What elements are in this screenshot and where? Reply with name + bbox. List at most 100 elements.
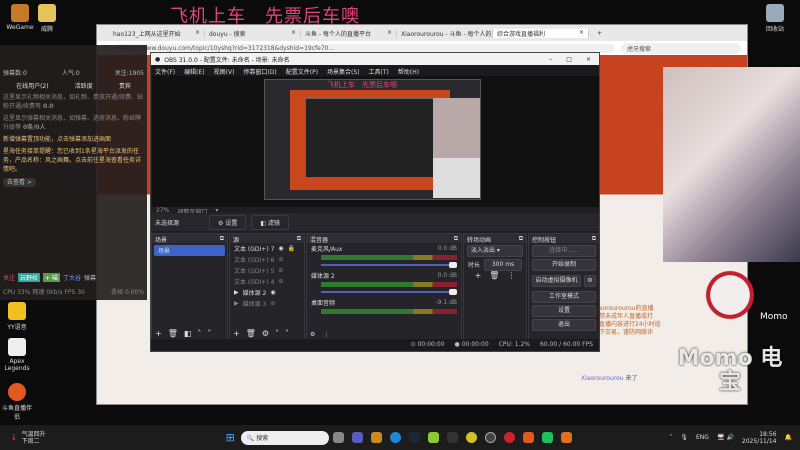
douyu-icon[interactable] xyxy=(522,432,534,443)
tab-online-users[interactable]: 在线用户(2) xyxy=(16,81,49,90)
tag[interactable]: 关注 xyxy=(3,273,15,282)
eye-hidden-icon[interactable]: ⊘ xyxy=(278,267,283,274)
browser-tab[interactable]: 斗鱼 - 每个人的直播平台 × xyxy=(301,28,397,38)
teams-icon[interactable] xyxy=(351,432,363,443)
record-button[interactable]: 开始录制 xyxy=(532,259,596,271)
desktop-icon-douyu-companion[interactable]: 斗鱼直播伴侣 xyxy=(0,383,34,421)
down-icon[interactable]: ˅ xyxy=(207,329,211,338)
eye-hidden-icon[interactable]: ⊘ xyxy=(278,256,283,263)
scene-item[interactable]: 场景 xyxy=(154,245,225,256)
more-icon[interactable]: ⋮ xyxy=(323,331,329,338)
up-icon[interactable]: ˄ xyxy=(197,329,201,338)
tab-activity[interactable]: 活跃度 xyxy=(75,81,93,90)
lock-icon[interactable]: 🔒 xyxy=(288,245,295,252)
z-app-icon[interactable] xyxy=(446,432,458,443)
source-item[interactable]: 文本 (GDI+) 5 ⊘ xyxy=(230,265,304,276)
studio-mode-button[interactable]: 工作室模式 xyxy=(532,291,596,303)
eye-icon[interactable]: ◉ xyxy=(278,245,283,252)
browser-tab[interactable]: hao123_上网从这里开始 × xyxy=(109,28,205,38)
trash-icon[interactable]: 🗑 xyxy=(246,329,256,338)
menu-tools[interactable]: 工具(T) xyxy=(369,67,389,76)
menu-docks[interactable]: 停靠窗口(D) xyxy=(243,67,276,76)
g-app-icon[interactable] xyxy=(370,432,382,443)
trash-icon[interactable]: 🗑 xyxy=(489,271,499,280)
trash-icon[interactable]: 🗑 xyxy=(168,329,178,338)
taskbar-search[interactable]: 🔍 搜索 xyxy=(240,430,329,445)
tab-vip[interactable]: 贵宾 xyxy=(119,81,131,90)
obs-preview[interactable]: 飞机上车 先票后车噢 xyxy=(152,76,599,207)
eye-hidden-icon[interactable]: ⊘ xyxy=(278,278,283,285)
virtual-camera-button[interactable]: 启动虚拟摄像机 xyxy=(532,275,581,287)
add-icon[interactable]: + xyxy=(233,329,240,338)
browser-tab[interactable]: Xiaorourourou - 斗鱼 - 每个人的直播平台× xyxy=(397,28,493,38)
up-icon[interactable]: ˄ xyxy=(275,329,279,338)
notification-icon[interactable]: 🔔 xyxy=(785,434,792,441)
undock-icon[interactable]: ⧉ xyxy=(519,235,523,242)
desktop-icon-folder[interactable]: 威腾 xyxy=(30,4,64,33)
add-icon[interactable]: + xyxy=(475,271,482,280)
undock-icon[interactable]: ⧉ xyxy=(454,235,458,242)
maximize-icon[interactable]: □ xyxy=(566,56,572,63)
volume-slider[interactable] xyxy=(321,262,457,268)
edge-icon[interactable] xyxy=(389,432,401,443)
gear-icon[interactable]: ⚙ xyxy=(262,329,269,338)
tag[interactable]: 丁大谷 xyxy=(63,273,81,282)
task-view-icon[interactable] xyxy=(332,432,344,443)
source-item[interactable]: ▶ 媒体源 3 ⊘ xyxy=(230,298,304,309)
app-icon[interactable] xyxy=(427,432,439,443)
duration-input[interactable]: 300 ms xyxy=(484,258,522,271)
close-icon[interactable]: × xyxy=(586,56,591,63)
menu-file[interactable]: 文件(F) xyxy=(155,67,175,76)
chat-user[interactable]: Xiaorourourou xyxy=(581,375,624,382)
source-item[interactable]: 文本 (GDI+) 6 ⊘ xyxy=(230,254,304,265)
exit-button[interactable]: 退出 xyxy=(532,319,596,331)
new-tab-icon[interactable]: + xyxy=(597,30,602,37)
tag[interactable]: + 喵 xyxy=(43,273,60,282)
stream-button[interactable]: 连接中...... xyxy=(532,245,596,257)
close-icon[interactable]: × xyxy=(387,29,392,38)
eye-icon[interactable]: ◉ xyxy=(270,289,275,296)
start-icon[interactable]: ⊞ xyxy=(226,431,235,444)
menu-scene-collection[interactable]: 场景集合(S) xyxy=(327,67,360,76)
browser-tab-active[interactable]: 综合游戏直播福利 × xyxy=(493,28,589,38)
eye-hidden-icon[interactable]: ⊘ xyxy=(270,300,275,307)
undock-icon[interactable]: ⧉ xyxy=(220,235,224,242)
menu-view[interactable]: 视图(V) xyxy=(214,67,235,76)
wechat-icon[interactable] xyxy=(541,432,553,443)
more-icon[interactable]: ⋮ xyxy=(507,271,515,280)
menu-profile[interactable]: 配置文件(P) xyxy=(286,67,318,76)
source-item[interactable]: 文本 (GDI+) 4 ⊘ xyxy=(230,276,304,287)
close-icon[interactable]: × xyxy=(291,29,296,38)
menu-help[interactable]: 帮助(H) xyxy=(398,67,419,76)
language-indicator[interactable]: ENG xyxy=(696,434,709,441)
app-icon[interactable] xyxy=(465,432,477,443)
douyu-companion-icon[interactable] xyxy=(560,432,572,443)
undock-icon[interactable]: ⧉ xyxy=(297,235,301,242)
transition-select[interactable]: 淡入淡出 ▾ xyxy=(467,245,523,257)
browser-tab[interactable]: douyu - 搜索 × xyxy=(205,28,301,38)
microphone-icon[interactable]: 🎙 xyxy=(680,434,688,441)
source-filters-button[interactable]: ◧ 滤镜 xyxy=(251,214,289,230)
down-icon[interactable]: ˅ xyxy=(285,329,289,338)
clock[interactable]: 18:56 2025/11/14 xyxy=(742,431,777,445)
weather-widget[interactable]: 气温回升 下周二 xyxy=(22,431,46,445)
desktop-icon-apex[interactable]: Apex Legends xyxy=(0,338,34,372)
steam-icon[interactable] xyxy=(408,432,420,443)
netease-music-icon[interactable] xyxy=(503,432,515,443)
settings-button[interactable]: 设置 xyxy=(532,305,596,317)
filter-icon[interactable]: ◧ xyxy=(184,329,192,338)
desktop-icon-recycle-bin[interactable]: 回收站 xyxy=(758,4,792,33)
view-task-button[interactable]: 去查看 > xyxy=(3,178,36,187)
source-item[interactable]: 文本 (GDI+) 7 ◉ 🔒 xyxy=(230,243,304,254)
search-input[interactable]: 虎牙搜索 xyxy=(621,42,741,54)
menu-edit[interactable]: 编辑(E) xyxy=(184,67,204,76)
network-volume-icon[interactable]: 🖥 🔊 xyxy=(717,434,734,441)
tag[interactable]: 玩野校 xyxy=(18,273,41,282)
source-item[interactable]: ▶ 媒体源 2 ◉ xyxy=(230,287,304,298)
close-icon[interactable]: × xyxy=(195,29,200,38)
close-icon[interactable]: × xyxy=(579,29,584,38)
volume-slider[interactable] xyxy=(321,289,457,295)
add-icon[interactable]: + xyxy=(155,329,162,338)
source-settings-button[interactable]: ⚙ 设置 xyxy=(209,214,247,230)
obs-icon[interactable] xyxy=(484,432,496,443)
